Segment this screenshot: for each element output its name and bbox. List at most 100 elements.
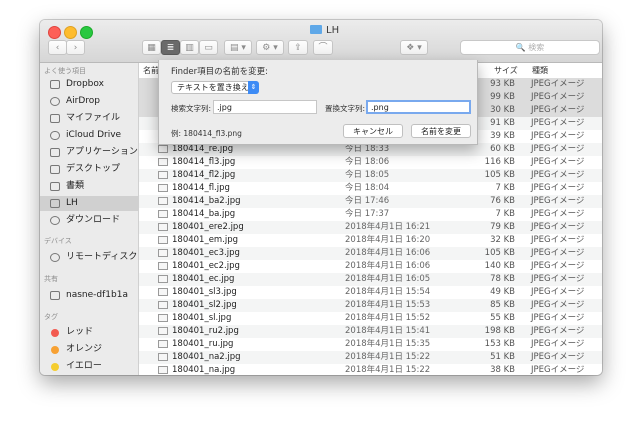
file-date: 今日 18:06 (345, 157, 390, 167)
rename-mode-popup[interactable]: テキストを置き換える ⇕ (171, 81, 259, 94)
table-row[interactable]: 180414_ba2.jpg 今日 17:46 76 KB JPEGイメージ (139, 195, 602, 208)
image-file-icon (158, 262, 168, 270)
file-size: 116 KB (484, 157, 515, 167)
server-icon (50, 291, 60, 300)
image-file-icon (158, 275, 168, 283)
file-size: 32 KB (490, 235, 515, 245)
table-row[interactable]: 180414_fl3.jpg 今日 18:06 116 KB JPEGイメージ (139, 156, 602, 169)
file-name: 180414_ba.jpg (172, 209, 236, 219)
file-size: 78 KB (490, 274, 515, 284)
remote-disk-icon (50, 253, 60, 262)
table-row[interactable]: 180414_ba.jpg 今日 17:37 7 KB JPEGイメージ (139, 208, 602, 221)
table-row[interactable]: 180401_ere2.jpg 2018年4月1日 16:21 79 KB JPEGイ… (139, 221, 602, 234)
sidebar-tag-orange[interactable]: オレンジ (40, 342, 138, 357)
file-kind: JPEGイメージ (531, 92, 585, 102)
file-kind: JPEGイメージ (531, 157, 585, 167)
file-kind: JPEGイメージ (531, 79, 585, 89)
gallery-view-button[interactable]: ▭ (199, 40, 218, 55)
column-header-name[interactable]: 名前 (143, 63, 159, 78)
replace-field[interactable]: .png (366, 100, 471, 114)
image-file-icon (158, 249, 168, 257)
file-name: 180401_ec.jpg (172, 274, 235, 284)
dropbox-icon (50, 80, 60, 89)
sidebar-item-downloads[interactable]: ダウンロード (40, 213, 138, 228)
close-window-button[interactable] (48, 26, 61, 39)
table-row[interactable]: 180414_fl.jpg 今日 18:04 7 KB JPEGイメージ (139, 182, 602, 195)
column-view-button[interactable]: ▥ (180, 40, 199, 55)
file-kind: JPEGイメージ (531, 105, 585, 115)
table-row[interactable]: 180401_em.jpg 2018年4月1日 16:20 32 KB JPEGイメー… (139, 234, 602, 247)
sidebar-tag-red[interactable]: レッド (40, 325, 138, 340)
rename-button[interactable]: 名前を変更 (411, 124, 471, 138)
file-date: 2018年4月1日 16:21 (345, 222, 431, 232)
file-name: 180401_ru.jpg (172, 339, 234, 349)
file-name: 180401_sl3.jpg (172, 287, 237, 297)
file-date: 2018年4月1日 16:06 (345, 261, 431, 271)
column-header-size[interactable]: サイズ (494, 63, 518, 78)
sidebar-item-my-files[interactable]: マイファイル (40, 111, 138, 126)
table-row[interactable]: 180401_sl2.jpg 2018年4月1日 15:53 85 KB JPEGイメ… (139, 299, 602, 312)
image-file-icon (158, 223, 168, 231)
table-row[interactable]: 180401_ec.jpg 2018年4月1日 16:05 78 KB JPEGイメー… (139, 273, 602, 286)
sidebar-item-applications[interactable]: アプリケーション (40, 145, 138, 160)
file-name: 180401_ere2.jpg (172, 222, 244, 232)
file-name: 180401_na.jpg (172, 365, 236, 375)
file-date: 2018年4月1日 15:41 (345, 326, 431, 336)
table-row[interactable]: 180414_fl2.jpg 今日 18:05 105 KB JPEGイメージ (139, 169, 602, 182)
table-row[interactable]: 180401_na.jpg 2018年4月1日 15:22 38 KB JPEGイメー… (139, 364, 602, 375)
icon-view-button[interactable]: ▦ (142, 40, 161, 55)
image-file-icon (158, 145, 168, 153)
arrange-button[interactable]: ▤ ▾ (224, 40, 252, 55)
file-name: 180414_fl.jpg (172, 183, 230, 193)
find-field[interactable]: .jpg (213, 100, 317, 114)
table-row[interactable]: 180401_ru2.jpg 2018年4月1日 15:41 198 KB JPEGイ… (139, 325, 602, 338)
image-file-icon (158, 236, 168, 244)
table-row[interactable]: 180401_ec3.jpg 2018年4月1日 16:06 105 KB JPEGイ… (139, 247, 602, 260)
cloud-icon (50, 131, 60, 140)
sidebar-item-documents[interactable]: 書類 (40, 179, 138, 194)
dropbox-button[interactable]: ❖ ▾ (400, 40, 428, 55)
table-row[interactable]: 180401_sl.jpg 2018年4月1日 15:52 55 KB JPEGイメー… (139, 312, 602, 325)
image-file-icon (158, 171, 168, 179)
sidebar-item-desktop[interactable]: デスクトップ (40, 162, 138, 177)
titlebar: LH ‹ › ▦ ≣ ▥ ▭ ▤ ▾ ⚙ ▾ ⇪ ⌒ ❖ ▾ 🔍 検索 (40, 20, 602, 63)
sidebar-item-icloud-drive[interactable]: iCloud Drive (40, 128, 138, 143)
sidebar-item-nasne[interactable]: nasne-df1b1a (40, 288, 138, 303)
minimize-window-button[interactable] (64, 26, 77, 39)
search-input[interactable]: 🔍 検索 (460, 40, 600, 55)
sidebar-tag-yellow[interactable]: イエロー (40, 359, 138, 374)
share-button[interactable]: ⇪ (288, 40, 308, 55)
file-name: 180414_fl3.jpg (172, 157, 236, 167)
table-row[interactable]: 180401_sl3.jpg 2018年4月1日 15:54 49 KB JPEGイメ… (139, 286, 602, 299)
column-header-kind[interactable]: 種類 (532, 63, 548, 78)
tag-button[interactable]: ⌒ (313, 40, 333, 55)
table-row[interactable]: 180401_na2.jpg 2018年4月1日 15:22 51 KB JPEGイメ… (139, 351, 602, 364)
sidebar-item-remote-disk[interactable]: リモートディスク (40, 250, 138, 265)
folder-icon (50, 199, 60, 208)
zoom-window-button[interactable] (80, 26, 93, 39)
file-name: 180401_sl.jpg (172, 313, 232, 323)
file-name: 180401_na2.jpg (172, 352, 241, 362)
back-button[interactable]: ‹ (48, 40, 67, 55)
sidebar-item-airdrop[interactable]: AirDrop (40, 94, 138, 109)
image-file-icon (158, 210, 168, 218)
file-date: 今日 18:05 (345, 170, 390, 180)
file-name: 180401_ec3.jpg (172, 248, 240, 258)
list-view-button[interactable]: ≣ (161, 40, 180, 55)
file-name: 180414_fl2.jpg (172, 170, 236, 180)
airdrop-icon (50, 97, 60, 106)
table-row[interactable]: 180401_ec2.jpg 2018年4月1日 16:06 140 KB JPEGイ… (139, 260, 602, 273)
file-kind: JPEGイメージ (531, 274, 585, 284)
cancel-button[interactable]: キャンセル (343, 124, 403, 138)
downloads-icon (50, 216, 60, 225)
red-tag-icon (51, 329, 59, 337)
file-date: 今日 17:37 (345, 209, 390, 219)
sidebar-item-lh[interactable]: LH (40, 196, 138, 211)
action-gear-button[interactable]: ⚙ ▾ (256, 40, 284, 55)
file-name: 180401_em.jpg (172, 235, 239, 245)
file-size: 198 KB (484, 326, 515, 336)
table-row[interactable]: 180401_ru.jpg 2018年4月1日 15:35 153 KB JPEGイメ… (139, 338, 602, 351)
sidebar-item-dropbox[interactable]: Dropbox (40, 77, 138, 92)
forward-button[interactable]: › (66, 40, 85, 55)
file-size: 79 KB (490, 222, 515, 232)
